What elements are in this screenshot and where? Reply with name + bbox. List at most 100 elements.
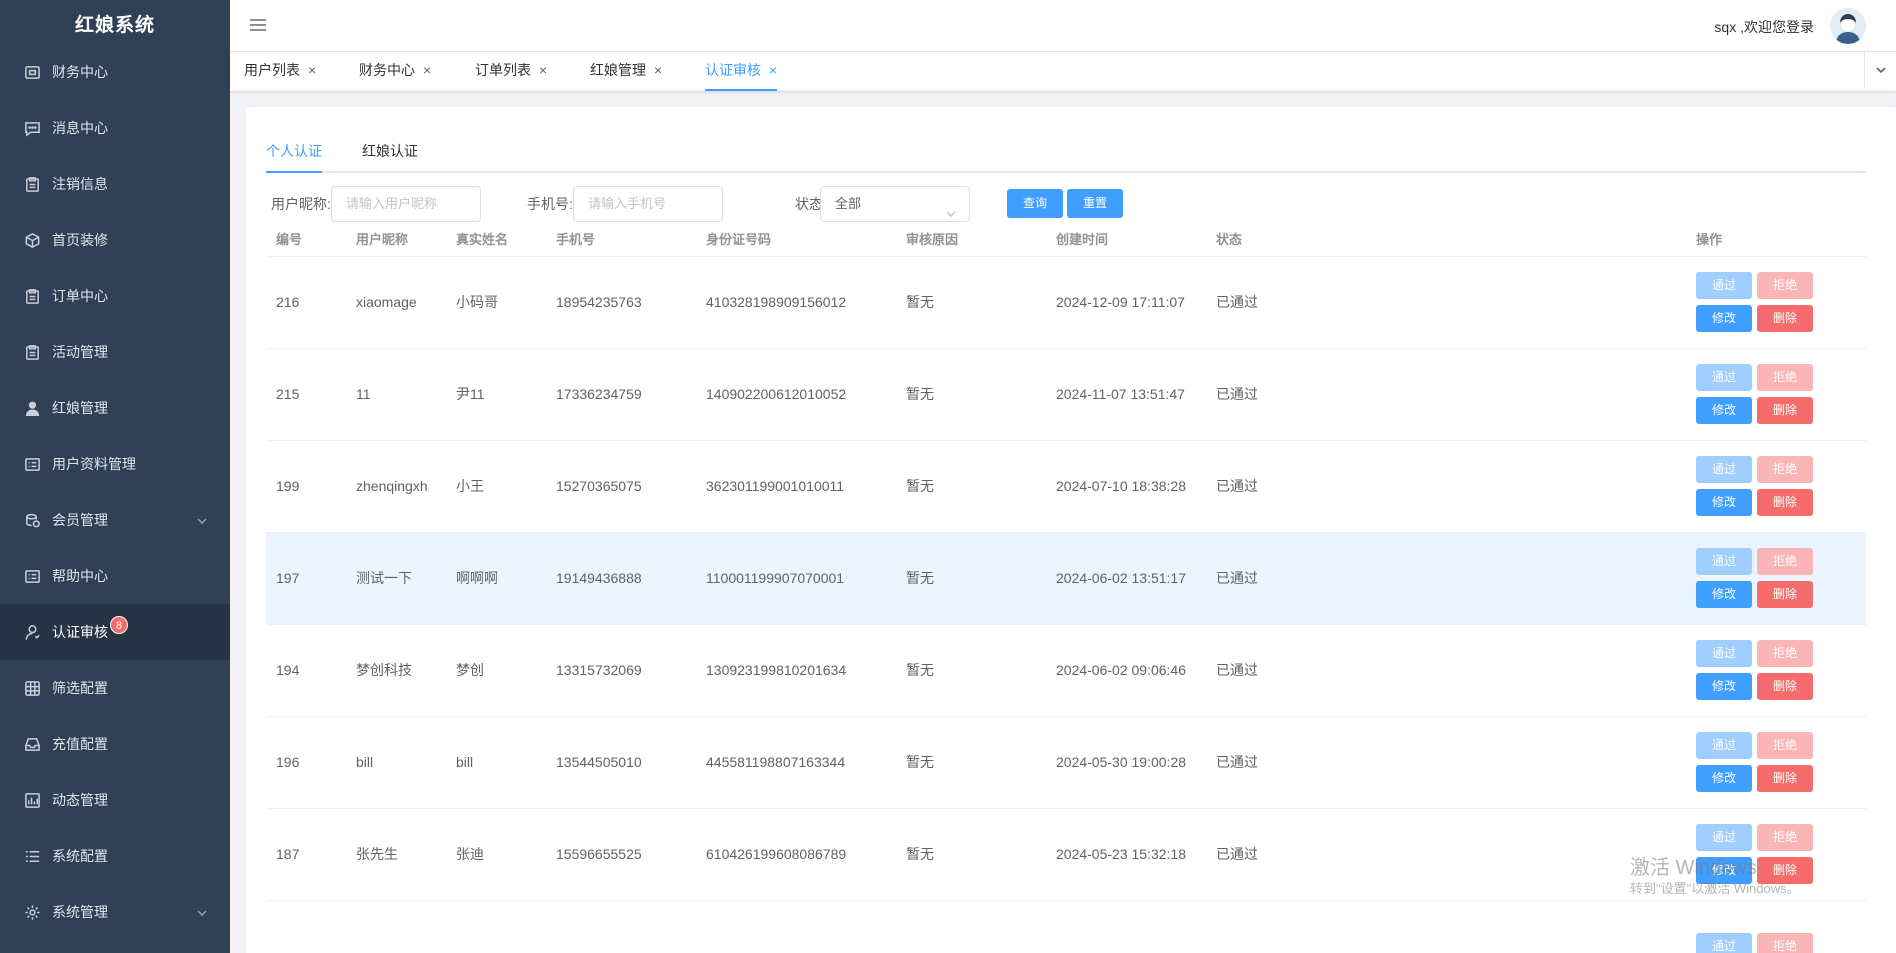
approve-button[interactable]: 通过	[1696, 824, 1752, 851]
sidebar-item-verification[interactable]: 认证审核 8	[0, 604, 230, 660]
cell-id: 215	[266, 348, 346, 441]
edit-button[interactable]: 修改	[1696, 397, 1752, 424]
approve-button[interactable]: 通过	[1696, 548, 1752, 575]
tag-matchmaker-management[interactable]: 红娘管理 ×	[590, 52, 662, 88]
close-icon[interactable]: ×	[423, 52, 431, 88]
close-icon[interactable]: ×	[539, 52, 547, 88]
tag-label: 订单列表	[475, 62, 531, 78]
edit-button[interactable]: 修改	[1696, 489, 1752, 516]
reject-button[interactable]: 拒绝	[1757, 364, 1813, 391]
cell-nickname[interactable]: 11	[346, 348, 446, 441]
cell-reason: 暂无	[896, 624, 1046, 717]
approve-button[interactable]: 通过	[1696, 932, 1752, 953]
tag-order-list[interactable]: 订单列表 ×	[475, 52, 547, 88]
delete-button[interactable]: 删除	[1757, 765, 1813, 792]
cell-idcard: 445581198807163344	[696, 716, 896, 809]
status-badge: 已通过	[1206, 716, 1686, 809]
empty-cell	[266, 900, 346, 953]
close-icon[interactable]: ×	[308, 52, 316, 88]
cell-nickname[interactable]: bill	[346, 716, 446, 809]
list-icon	[22, 566, 42, 586]
approve-button[interactable]: 通过	[1696, 272, 1752, 299]
sidebar-item-help[interactable]: 帮助中心	[0, 548, 230, 604]
status-select[interactable]: 全部	[820, 186, 970, 222]
delete-button[interactable]: 删除	[1757, 581, 1813, 608]
status-select-value: 全部	[835, 196, 862, 211]
approve-button[interactable]: 通过	[1696, 732, 1752, 759]
approve-button[interactable]: 通过	[1696, 364, 1752, 391]
reject-button[interactable]: 拒绝	[1757, 456, 1813, 483]
reject-button[interactable]: 拒绝	[1757, 640, 1813, 667]
cell-phone: 13315732069	[546, 624, 696, 717]
sidebar-item-moments[interactable]: 动态管理	[0, 772, 230, 828]
nickname-input[interactable]: 请输入用户昵称	[331, 186, 481, 222]
close-icon[interactable]: ×	[654, 52, 662, 88]
sidebar-item-cancellation[interactable]: 注销信息	[0, 156, 230, 212]
reject-button[interactable]: 拒绝	[1757, 732, 1813, 759]
reset-button[interactable]: 重置	[1067, 189, 1123, 218]
cell-realname[interactable]: 小王	[446, 440, 546, 533]
reject-button[interactable]: 拒绝	[1757, 548, 1813, 575]
sidebar-item-orders[interactable]: 订单中心	[0, 268, 230, 324]
cell-actions: 通过 拒绝 修改 删除	[1686, 532, 1866, 625]
avatar[interactable]	[1830, 8, 1866, 44]
sidebar-item-activities[interactable]: 活动管理	[0, 324, 230, 380]
row-actions: 通过 拒绝	[1696, 932, 1866, 953]
empty-cell	[696, 900, 896, 953]
sidebar-item-membership[interactable]: 会员管理	[0, 492, 230, 548]
edit-button[interactable]: 修改	[1696, 581, 1752, 608]
reject-button[interactable]: 拒绝	[1757, 932, 1813, 953]
sidebar-item-filter-config[interactable]: 筛选配置	[0, 660, 230, 716]
cell-realname[interactable]: 张迪	[446, 808, 546, 901]
tag-verification-review[interactable]: 认证审核 ×	[705, 52, 778, 91]
column-header: 审核原因	[896, 229, 1046, 257]
row-actions: 通过 拒绝 修改 删除	[1696, 640, 1866, 700]
reject-button[interactable]: 拒绝	[1757, 824, 1813, 851]
phone-input[interactable]: 请输入手机号	[573, 186, 723, 222]
sidebar-item-system-config[interactable]: 系统配置	[0, 828, 230, 884]
cell-nickname[interactable]: 梦创科技	[346, 624, 446, 717]
delete-button[interactable]: 删除	[1757, 673, 1813, 700]
cell-actions: 通过 拒绝 修改 删除	[1686, 440, 1866, 533]
reject-button[interactable]: 拒绝	[1757, 272, 1813, 299]
delete-button[interactable]: 删除	[1757, 489, 1813, 516]
approve-button[interactable]: 通过	[1696, 640, 1752, 667]
sidebar-item-recharge-config[interactable]: 充值配置	[0, 716, 230, 772]
sidebar-item-user-profiles[interactable]: 用户资料管理	[0, 436, 230, 492]
cell-id: 194	[266, 624, 346, 717]
cell-realname[interactable]: 尹11	[446, 348, 546, 441]
cell-nickname[interactable]: zhenqingxh	[346, 440, 446, 533]
avatar-icon	[1830, 8, 1866, 44]
close-icon[interactable]: ×	[769, 52, 777, 88]
sidebar-item-finance[interactable]: 财务中心	[0, 44, 230, 100]
cell-realname[interactable]: 啊啊啊	[446, 532, 546, 625]
tab-personal-verification[interactable]: 个人认证	[266, 137, 322, 173]
chevron-down-icon	[1875, 67, 1886, 74]
tag-finance-center[interactable]: 财务中心 ×	[359, 52, 431, 88]
edit-button[interactable]: 修改	[1696, 765, 1752, 792]
edit-button[interactable]: 修改	[1696, 305, 1752, 332]
tab-matchmaker-verification[interactable]: 红娘认证	[362, 137, 418, 171]
approve-button[interactable]: 通过	[1696, 456, 1752, 483]
cell-realname[interactable]: 梦创	[446, 624, 546, 717]
delete-button[interactable]: 删除	[1757, 397, 1813, 424]
cell-actions: 通过 拒绝 修改 删除	[1686, 256, 1866, 349]
row-actions: 通过 拒绝 修改 删除	[1696, 732, 1866, 792]
tag-user-list[interactable]: 用户列表 ×	[244, 52, 316, 88]
sidebar-item-messages[interactable]: 消息中心	[0, 100, 230, 156]
delete-button[interactable]: 删除	[1757, 305, 1813, 332]
sidebar-item-matchmaker[interactable]: 红娘管理	[0, 380, 230, 436]
cell-realname[interactable]: 小码哥	[446, 256, 546, 349]
menu-list-icon	[22, 846, 42, 866]
hamburger-icon[interactable]	[250, 16, 268, 36]
cell-nickname[interactable]: xiaomage	[346, 256, 446, 349]
edit-button[interactable]: 修改	[1696, 673, 1752, 700]
cell-nickname[interactable]: 张先生	[346, 808, 446, 901]
cell-nickname[interactable]: 测试一下	[346, 532, 446, 625]
cell-realname[interactable]: bill	[446, 716, 546, 809]
query-button[interactable]: 查询	[1007, 189, 1063, 218]
sidebar-item-system-management[interactable]: 系统管理	[0, 884, 230, 940]
table-row: 215 11 尹11 17336234759 140902200612010052 暂无 2…	[266, 348, 1866, 441]
sidebar-item-home-decoration[interactable]: 首页装修	[0, 212, 230, 268]
tags-dropdown-button[interactable]	[1864, 52, 1896, 88]
